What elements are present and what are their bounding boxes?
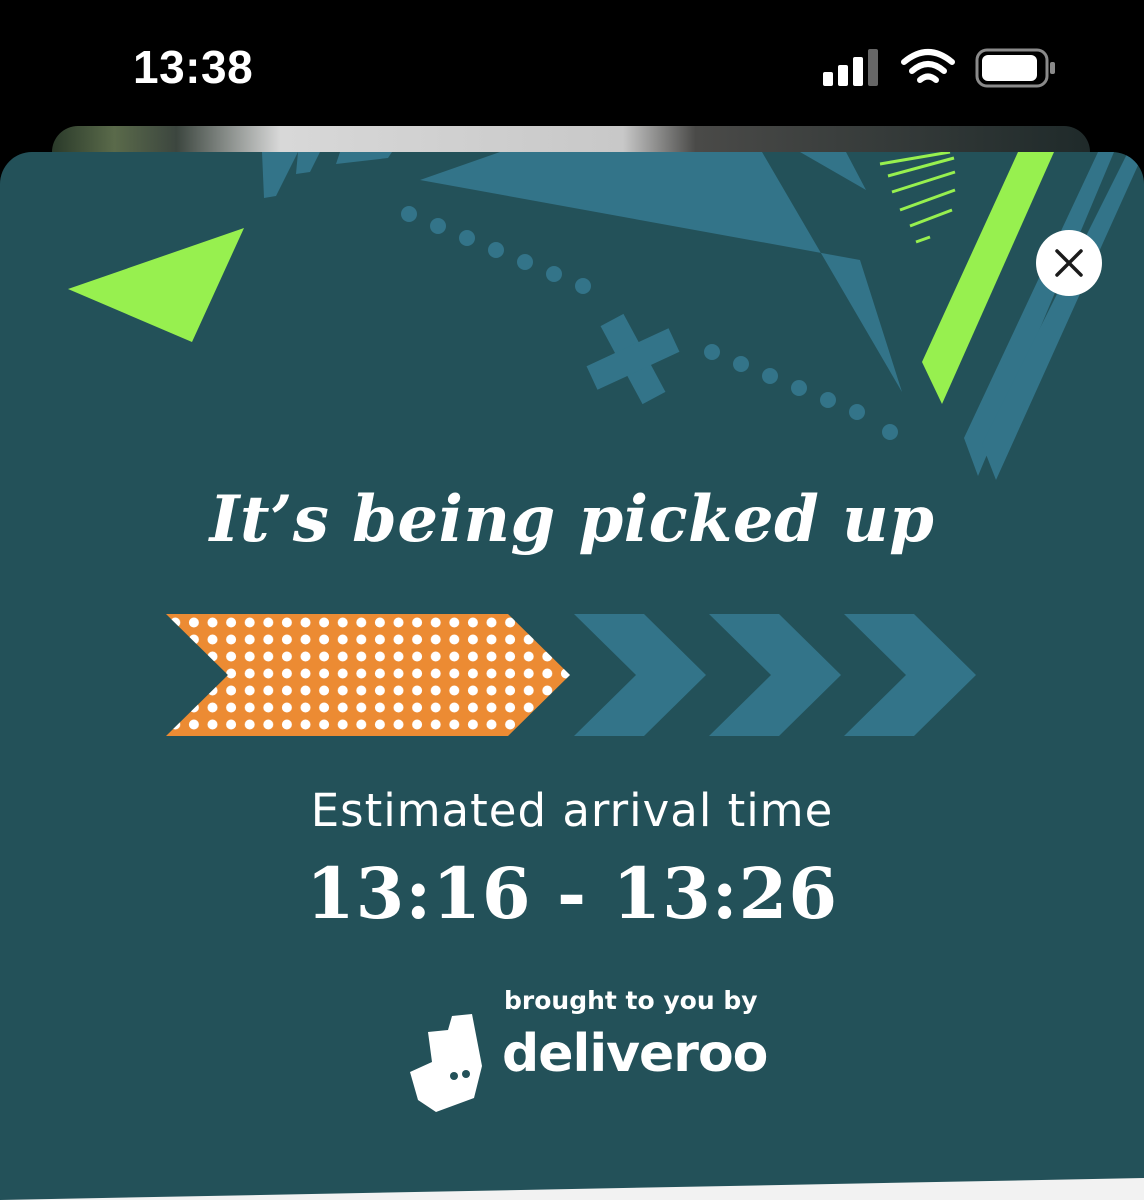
brought-to-you-by: brought to you by [504,986,758,1015]
card-bottom-edge [0,1178,1144,1200]
wifi-icon [901,49,955,83]
eta-label: Estimated arrival time [310,784,834,837]
status-headline: It’s being picked up [209,482,935,557]
status-time: 13:38 [133,41,254,93]
delivery-progress [166,614,976,736]
order-status-card: It’s being picked up Estimated arrival t… [0,152,1144,1200]
progress-step-1 [166,614,570,736]
progress-step-3 [709,614,841,736]
cellular-signal-icon [823,49,878,86]
deliveroo-kangaroo-icon [410,1014,482,1112]
close-icon [1055,249,1083,277]
brand-wordmark: deliveroo [502,1024,768,1084]
status-bar: 13:38 [0,0,1144,135]
progress-step-4 [844,614,976,736]
battery-icon [975,48,1055,88]
close-button[interactable] [1036,230,1102,296]
status-icons [823,48,1055,88]
progress-step-2 [574,614,706,736]
eta-time-range: 13:16 - 13:26 [305,852,839,935]
